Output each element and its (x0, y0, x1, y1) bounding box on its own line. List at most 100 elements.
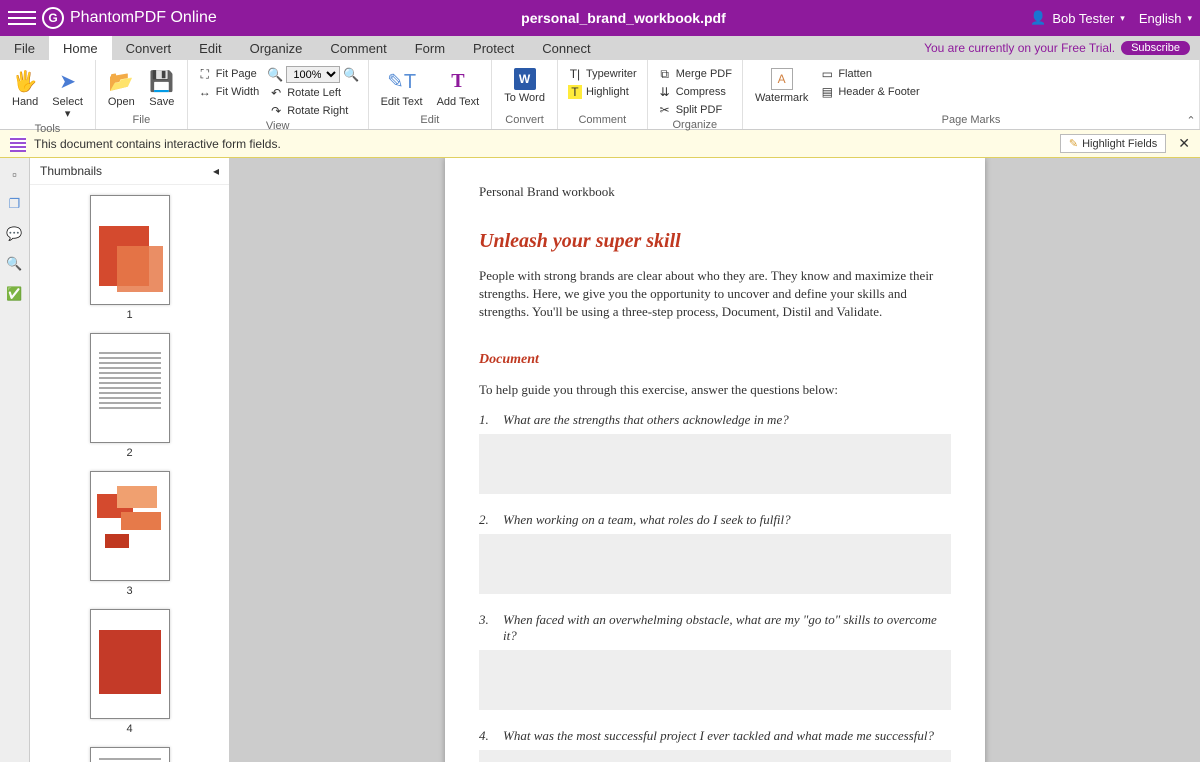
body-paragraph: People with strong brands are clear abou… (479, 267, 951, 322)
form-field-4[interactable] (479, 750, 951, 762)
thumbnails-panel: Thumbnails ◂ 1 2 3 4 (30, 158, 230, 762)
merge-icon: ⧉ (658, 67, 672, 81)
caret-down-icon[interactable]: ▾ (1187, 13, 1192, 24)
intro-text: To help guide you through this exercise,… (479, 382, 951, 398)
header-footer-icon: ▤ (820, 85, 834, 99)
form-field-1[interactable] (479, 434, 951, 494)
trial-text: You are currently on your Free Trial. (924, 41, 1115, 55)
typewriter-icon: T| (568, 67, 582, 81)
zoom-in-icon[interactable]: 🔍 (343, 67, 359, 83)
edit-text-button[interactable]: ✎T Edit Text (377, 66, 427, 110)
flatten-button[interactable]: ▭Flatten (818, 66, 921, 82)
folder-open-icon: 📂 (108, 68, 134, 94)
fit-page-button[interactable]: ⛶Fit Page (196, 66, 261, 82)
pdf-page: Personal Brand workbook Unleash your sup… (445, 158, 985, 762)
save-button[interactable]: 💾 Save (145, 66, 179, 110)
title-bar: G PhantomPDF Online personal_brand_workb… (0, 0, 1200, 36)
comments-panel-icon[interactable]: 💬 (5, 224, 25, 244)
menu-connect[interactable]: Connect (528, 36, 604, 60)
menu-comment[interactable]: Comment (316, 36, 400, 60)
thumbnail-page-3[interactable] (90, 471, 170, 581)
bookmarks-panel-icon[interactable]: ❐ (5, 194, 25, 214)
add-text-button[interactable]: T Add Text (433, 66, 484, 110)
edit-text-icon: ✎T (389, 68, 415, 94)
ribbon-group-tools: 🖐 Hand ➤ Select▾ Tools (0, 60, 96, 129)
subscribe-button[interactable]: Subscribe (1121, 41, 1190, 55)
merge-pdf-button[interactable]: ⧉Merge PDF (656, 66, 734, 82)
search-panel-icon[interactable]: 🔍 (5, 254, 25, 274)
menu-convert[interactable]: Convert (112, 36, 186, 60)
highlight-icon: T (568, 85, 582, 99)
watermark-icon: A (771, 68, 793, 90)
compress-button[interactable]: ⇊Compress (656, 84, 734, 100)
zoom-select[interactable]: 100% (286, 66, 340, 83)
close-infobar-button[interactable]: ✕ (1178, 135, 1190, 152)
thumbnail-page-2[interactable] (90, 333, 170, 443)
caret-down-icon[interactable]: ▾ (1120, 13, 1125, 24)
ribbon-group-view: ⛶Fit Page ↔Fit Width 🔍 100% 🔍 ↶Rotate Le… (188, 60, 369, 129)
info-message: This document contains interactive form … (34, 137, 281, 151)
pages-panel-icon[interactable]: ▫ (5, 164, 25, 184)
menu-organize[interactable]: Organize (236, 36, 317, 60)
flatten-icon: ▭ (820, 67, 834, 81)
document-viewer[interactable]: Personal Brand workbook Unleash your sup… (230, 158, 1200, 762)
rotate-right-icon: ↷ (269, 104, 283, 118)
split-icon: ✂ (658, 103, 672, 117)
language-selector[interactable]: English (1139, 11, 1182, 26)
form-field-2[interactable] (479, 534, 951, 594)
add-text-icon: T (445, 68, 471, 94)
watermark-button[interactable]: A Watermark (751, 66, 812, 106)
hand-icon: 🖐 (12, 68, 38, 94)
save-icon: 💾 (149, 68, 175, 94)
fit-width-button[interactable]: ↔Fit Width (196, 84, 261, 100)
menu-file[interactable]: File (0, 36, 49, 60)
select-tool-button[interactable]: ➤ Select▾ (48, 66, 87, 122)
thumbnail-page-1[interactable] (90, 195, 170, 305)
thumbnail-number: 4 (30, 723, 229, 735)
fit-page-icon: ⛶ (198, 67, 212, 81)
hamburger-icon[interactable] (8, 4, 36, 32)
ribbon-group-pagemarks: A Watermark ▭Flatten ▤Header & Footer Pa… (743, 60, 1200, 129)
collapse-ribbon-button[interactable]: ⌃ (1184, 113, 1198, 127)
info-bar: This document contains interactive form … (0, 130, 1200, 158)
thumbnails-header: Thumbnails ◂ (30, 158, 229, 185)
app-logo: G PhantomPDF Online (42, 7, 217, 29)
rotate-left-button[interactable]: ↶Rotate Left (267, 85, 359, 101)
signatures-panel-icon[interactable]: ✅ (5, 284, 25, 304)
hand-tool-button[interactable]: 🖐 Hand (8, 66, 42, 110)
compress-icon: ⇊ (658, 85, 672, 99)
ribbon: 🖐 Hand ➤ Select▾ Tools 📂 Open 💾 Save Fil… (0, 60, 1200, 130)
menu-edit[interactable]: Edit (185, 36, 235, 60)
document-title: personal_brand_workbook.pdf (217, 10, 1030, 26)
form-field-3[interactable] (479, 650, 951, 710)
pencil-icon: ✎ (1069, 137, 1078, 150)
menu-form[interactable]: Form (401, 36, 459, 60)
logo-icon: G (42, 7, 64, 29)
menu-home[interactable]: Home (49, 36, 112, 60)
header-footer-button[interactable]: ▤Header & Footer (818, 84, 921, 100)
menu-protect[interactable]: Protect (459, 36, 528, 60)
collapse-thumbnails-button[interactable]: ◂ (213, 164, 219, 178)
thumbnail-number: 1 (30, 309, 229, 321)
typewriter-button[interactable]: T|Typewriter (566, 66, 639, 82)
to-word-button[interactable]: W To Word (500, 66, 549, 106)
section-heading: Unleash your super skill (479, 230, 951, 253)
rotate-left-icon: ↶ (269, 86, 283, 100)
thumbnail-number: 2 (30, 447, 229, 459)
user-icon: 👤 (1030, 10, 1046, 26)
split-pdf-button[interactable]: ✂Split PDF (656, 102, 734, 118)
thumbnail-page-4[interactable] (90, 609, 170, 719)
thumbnails-list[interactable]: 1 2 3 4 (30, 185, 229, 762)
open-button[interactable]: 📂 Open (104, 66, 139, 110)
highlight-button[interactable]: THighlight (566, 84, 639, 100)
zoom-out-icon[interactable]: 🔍 (267, 67, 283, 83)
highlight-fields-button[interactable]: ✎ Highlight Fields (1060, 134, 1166, 153)
app-name: PhantomPDF Online (70, 9, 217, 27)
trial-notice: You are currently on your Free Trial. Su… (924, 36, 1200, 60)
rotate-right-button[interactable]: ↷Rotate Right (267, 103, 359, 119)
user-name[interactable]: Bob Tester (1052, 11, 1114, 26)
main-area: ▫ ❐ 💬 🔍 ✅ Thumbnails ◂ 1 2 3 4 Personal … (0, 158, 1200, 762)
question-2: 2.When working on a team, what roles do … (479, 512, 951, 528)
thumbnail-page-5[interactable] (90, 747, 170, 762)
menu-bar: File Home Convert Edit Organize Comment … (0, 36, 1200, 60)
